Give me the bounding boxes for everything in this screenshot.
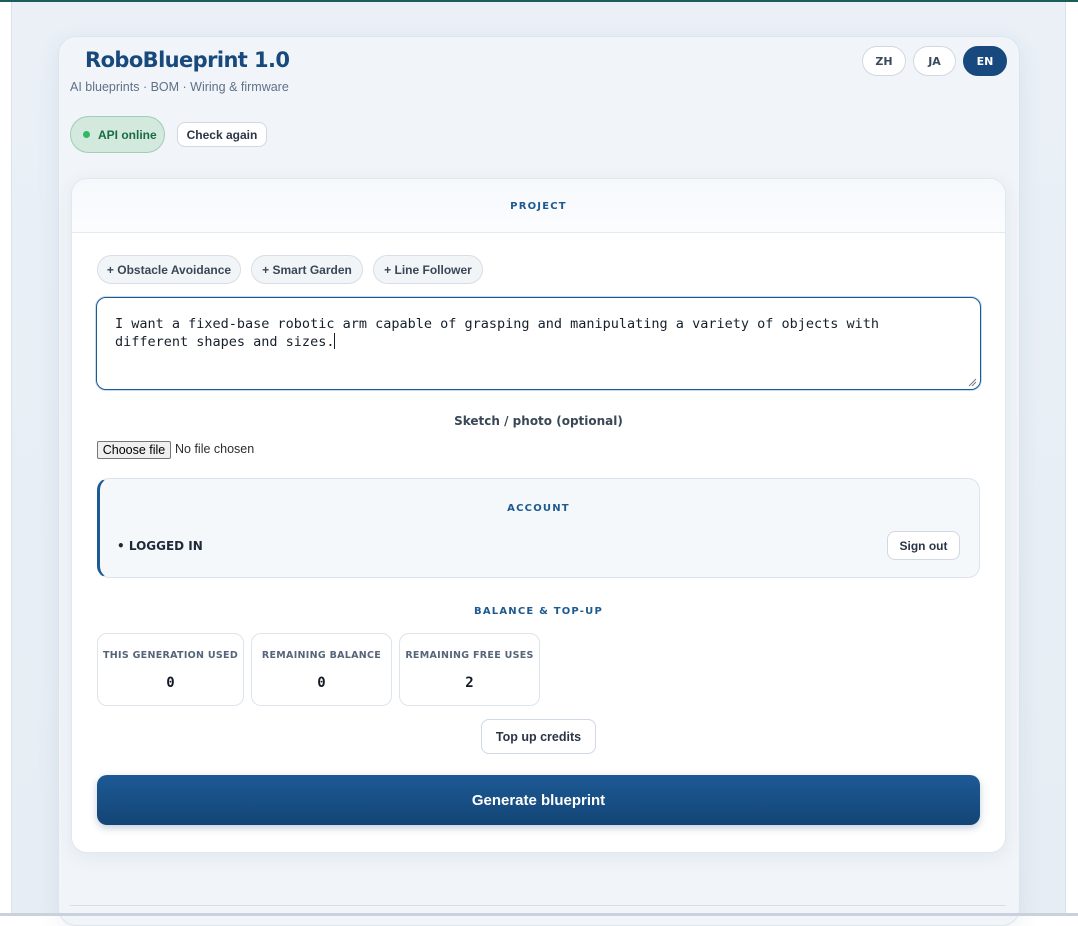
divider: [70, 905, 1006, 906]
account-panel: [97, 478, 980, 578]
stat-label: REMAINING FREE USES: [405, 650, 534, 661]
status-dot-icon: [83, 131, 90, 138]
language-button-en[interactable]: EN: [963, 46, 1007, 76]
api-status-label: API online: [98, 127, 157, 142]
stat-label: REMAINING BALANCE: [261, 650, 382, 661]
stat-card-remaining-free-uses: REMAINING FREE USES 2: [399, 633, 540, 706]
top-up-credits-button[interactable]: Top up credits: [481, 719, 596, 754]
app-title: RoboBlueprint 1.0: [85, 48, 290, 72]
text-caret: [334, 333, 336, 349]
check-again-button[interactable]: Check again: [177, 122, 267, 147]
project-section-title: PROJECT: [510, 201, 567, 212]
stat-card-generation-used: THIS GENERATION USED 0: [97, 633, 244, 706]
balance-section-title: BALANCE & TOP-UP: [474, 606, 603, 617]
generate-blueprint-button[interactable]: Generate blueprint: [97, 775, 980, 825]
resize-grip-icon[interactable]: [967, 377, 977, 387]
choose-file-button[interactable]: Choose file: [97, 441, 171, 459]
language-button-zh[interactable]: ZH: [862, 46, 906, 76]
login-status: • LOGGED IN: [117, 539, 203, 553]
project-description-textarea[interactable]: I want a fixed-base robotic arm capable …: [96, 297, 981, 390]
prompt-text: I want a fixed-base robotic arm capable …: [115, 316, 880, 350]
stat-value: 2: [465, 675, 474, 691]
stat-card-remaining-balance: REMAINING BALANCE 0: [251, 633, 392, 706]
stat-value: 0: [317, 675, 326, 691]
api-status-badge: API online: [70, 116, 165, 153]
file-status-text: No file chosen: [175, 442, 255, 456]
template-chip-line-follower[interactable]: + Line Follower: [373, 255, 483, 284]
account-section-title: ACCOUNT: [507, 503, 570, 514]
template-chip-smart-garden[interactable]: + Smart Garden: [251, 255, 363, 284]
stat-value: 0: [166, 675, 175, 691]
stat-label: THIS GENERATION USED: [102, 650, 239, 661]
language-button-ja[interactable]: JA: [913, 46, 956, 76]
app-subtitle: AI blueprints · BOM · Wiring & firmware: [70, 80, 289, 94]
template-chip-obstacle-avoidance[interactable]: + Obstacle Avoidance: [97, 255, 241, 284]
upload-label: Sketch / photo (optional): [454, 414, 623, 428]
sign-out-button[interactable]: Sign out: [887, 531, 960, 560]
